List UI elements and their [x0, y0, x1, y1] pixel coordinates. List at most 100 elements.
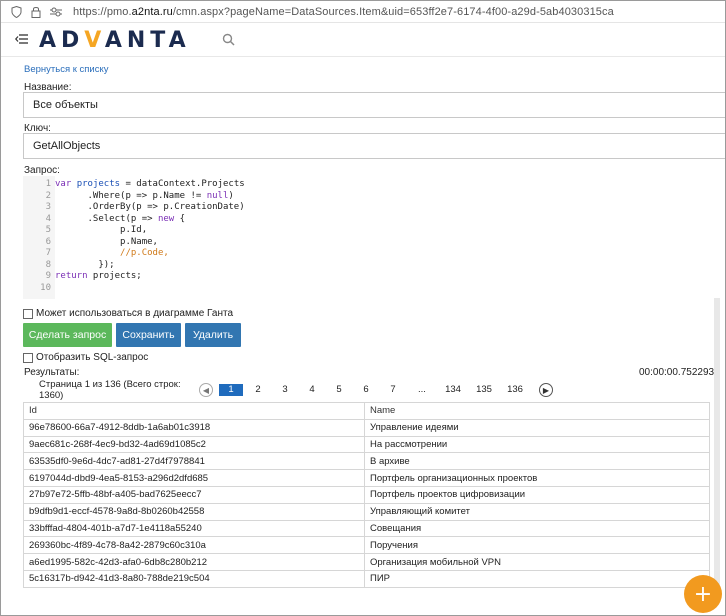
page-link[interactable]: 6	[354, 384, 378, 396]
cell-id: a6ed1995-582c-42d3-afa0-6db8c280b212	[23, 553, 365, 571]
table-row[interactable]: 63535df0-9e6d-4dc7-ad81-27d4f7978841 В ар…	[23, 452, 710, 471]
cell-id: 33bfffad-4804-401b-a7d7-1e4118a55240	[23, 519, 365, 538]
table-row[interactable]: b9dfb9d1-eccf-4578-9a8d-8b0260b42558 Упра…	[23, 502, 710, 521]
page-link[interactable]: 7	[381, 384, 405, 396]
page-link[interactable]: 5	[327, 384, 351, 396]
cell-id: 269360bc-4f89-4c78-8a42-2879c60c310a	[23, 536, 365, 555]
cell-name: Управляющий комитет	[364, 502, 710, 521]
cell-id: 96e78600-66a7-4912-8ddb-1a6ab01c3918	[23, 418, 365, 437]
table-row[interactable]: 6197044d-dbd9-4ea5-8153-a296d2dfd685 Порт…	[23, 469, 710, 487]
cell-id: 27b97e72-5ffb-48bf-a405-bad7625eecc7	[23, 485, 365, 504]
cell-id: 5c16317b-d942-41d3-8a80-788de219c504	[23, 569, 365, 588]
column-header-id[interactable]: Id	[23, 402, 365, 420]
page-scrollbar[interactable]	[714, 298, 720, 588]
cell-name: Портфель проектов цифровизации	[364, 485, 710, 504]
app-header: ADVANTA	[1, 23, 725, 57]
query-code-editor[interactable]: 1 var projects = dataContext.Projects 2 .W…	[23, 176, 725, 299]
cell-name: В архиве	[364, 452, 710, 471]
query-label: Запрос:	[24, 165, 60, 176]
sql-option[interactable]: Отобразить SQL-запрос	[23, 352, 148, 363]
table-row[interactable]: 269360bc-4f89-4c78-8a42-2879c60c310a Пору…	[23, 536, 710, 555]
line-number: 3	[45, 202, 51, 212]
code-line: 10	[23, 283, 723, 295]
page-link[interactable]: 2	[246, 384, 270, 396]
prev-page-icon[interactable]: ◀	[199, 383, 213, 397]
table-row[interactable]: 27b97e72-5ffb-48bf-a405-bad7625eecc7 Порт…	[23, 485, 710, 504]
cell-name: Совещания	[364, 519, 710, 538]
run-query-button[interactable]: Сделать запрос	[23, 323, 112, 347]
name-field[interactable]: Все объекты	[23, 92, 725, 118]
line-number: 9	[45, 271, 51, 281]
cell-id: 63535df0-9e6d-4dc7-ad81-27d4f7978841	[23, 452, 365, 471]
pagination: Страница 1 из 136 (Всего строк: 1360) ◀ …	[23, 377, 725, 403]
code-line: 9 return projects;	[23, 271, 723, 283]
code-text: p.Id,	[55, 225, 148, 235]
code-line: 2 .Where(p => p.Name != null)	[23, 191, 723, 203]
address-bar[interactable]: https://pmo.a2nta.ru/cmn.aspx?pageName=D…	[1, 1, 725, 23]
lock-icon	[29, 5, 43, 19]
code-line: 5 p.Id,	[23, 225, 723, 237]
code-text: //p.Code,	[55, 248, 169, 258]
page-link[interactable]: ...	[408, 384, 436, 396]
code-line: 7 //p.Code,	[23, 248, 723, 260]
line-number: 8	[45, 259, 51, 270]
gantt-checkbox[interactable]	[23, 308, 33, 319]
page-numbers: 1 2 3 4 5 6 7... 134 135 136	[219, 384, 529, 396]
cell-name: Портфель организационных проектов	[364, 469, 710, 487]
line-number: 1	[45, 179, 51, 189]
advanta-logo[interactable]: ADVANTA	[39, 28, 191, 53]
page-link[interactable]: 1	[219, 384, 243, 396]
code-line: 4 .Select(p => new {	[23, 214, 723, 226]
cell-id: 9aec681c-268f-4ec9-bd32-4ad69d1085c2	[23, 435, 365, 454]
add-fab-button[interactable]: +	[684, 575, 722, 613]
code-text: p.Name,	[55, 236, 158, 247]
delete-button[interactable]: Удалить	[185, 323, 241, 347]
pagination-info: Страница 1 из 136 (Всего строк: 1360)	[39, 379, 181, 401]
gantt-option[interactable]: Может использоваться в диаграмме Ганта	[23, 308, 233, 319]
cell-name: Организация мобильной VPN	[364, 553, 710, 571]
table-row[interactable]: 96e78600-66a7-4912-8ddb-1a6ab01c3918 Упра…	[23, 418, 710, 437]
code-text: .Select(p => new {	[55, 213, 186, 224]
show-sql-checkbox[interactable]	[23, 352, 33, 363]
table-row[interactable]: 5c16317b-d942-41d3-8a80-788de219c504 ПИР	[23, 569, 710, 588]
browser-window: https://pmo.a2nta.ru/cmn.aspx?pageName=D…	[0, 0, 726, 616]
page-link[interactable]: 3	[273, 384, 297, 396]
line-number: 7	[45, 248, 51, 258]
menu-toggle-icon[interactable]	[15, 33, 29, 47]
table-header-row: Id Name	[23, 402, 710, 420]
code-text: .Where(p => p.Name != null)	[55, 190, 234, 201]
line-number: 4	[45, 213, 51, 224]
line-number: 6	[45, 236, 51, 247]
save-button[interactable]: Сохранить	[116, 323, 181, 347]
cell-name: Управление идеями	[364, 418, 710, 437]
key-field[interactable]: GetAllObjects	[23, 133, 725, 159]
shield-icon	[9, 5, 23, 19]
table-row[interactable]: 9aec681c-268f-4ec9-bd32-4ad69d1085c2 На р…	[23, 435, 710, 454]
table-row[interactable]: 33bfffad-4804-401b-a7d7-1e4118a55240 Сове…	[23, 519, 710, 538]
column-header-name[interactable]: Name	[364, 402, 710, 420]
cell-id: 6197044d-dbd9-4ea5-8153-a296d2dfd685	[23, 469, 365, 487]
next-page-icon[interactable]: ▶	[539, 383, 553, 397]
page-link[interactable]: 4	[300, 384, 324, 396]
page-link[interactable]: 136	[501, 384, 529, 396]
code-text: });	[55, 259, 115, 270]
line-number: 2	[45, 190, 51, 201]
back-to-list-link[interactable]: Вернуться к списку	[24, 64, 109, 75]
table-row[interactable]: a6ed1995-582c-42d3-afa0-6db8c280b212 Орга…	[23, 553, 710, 571]
code-line: 3 .OrderBy(p => p.CreationDate)	[23, 202, 723, 214]
cell-name: Поручения	[364, 536, 710, 555]
line-number: 10	[40, 282, 51, 293]
url-text: https://pmo.a2nta.ru/cmn.aspx?pageName=D…	[73, 5, 614, 18]
code-line: 1 var projects = dataContext.Projects	[23, 179, 723, 191]
results-table: Id Name 96e78600-66a7-4912-8ddb-1a6ab01c…	[23, 402, 710, 588]
cell-name: ПИР	[364, 569, 710, 588]
page-link[interactable]: 134	[439, 384, 467, 396]
code-text: var projects = dataContext.Projects	[55, 179, 245, 189]
show-sql-checkbox-label: Отобразить SQL-запрос	[36, 352, 149, 363]
search-icon[interactable]	[222, 33, 236, 47]
code-line: 8 });	[23, 260, 723, 272]
gantt-checkbox-label: Может использоваться в диаграмме Ганта	[36, 308, 234, 319]
code-text: .OrderBy(p => p.CreationDate)	[55, 202, 245, 212]
page-link[interactable]: 135	[470, 384, 498, 396]
code-lines: 1 var projects = dataContext.Projects 2 .W…	[23, 179, 723, 294]
